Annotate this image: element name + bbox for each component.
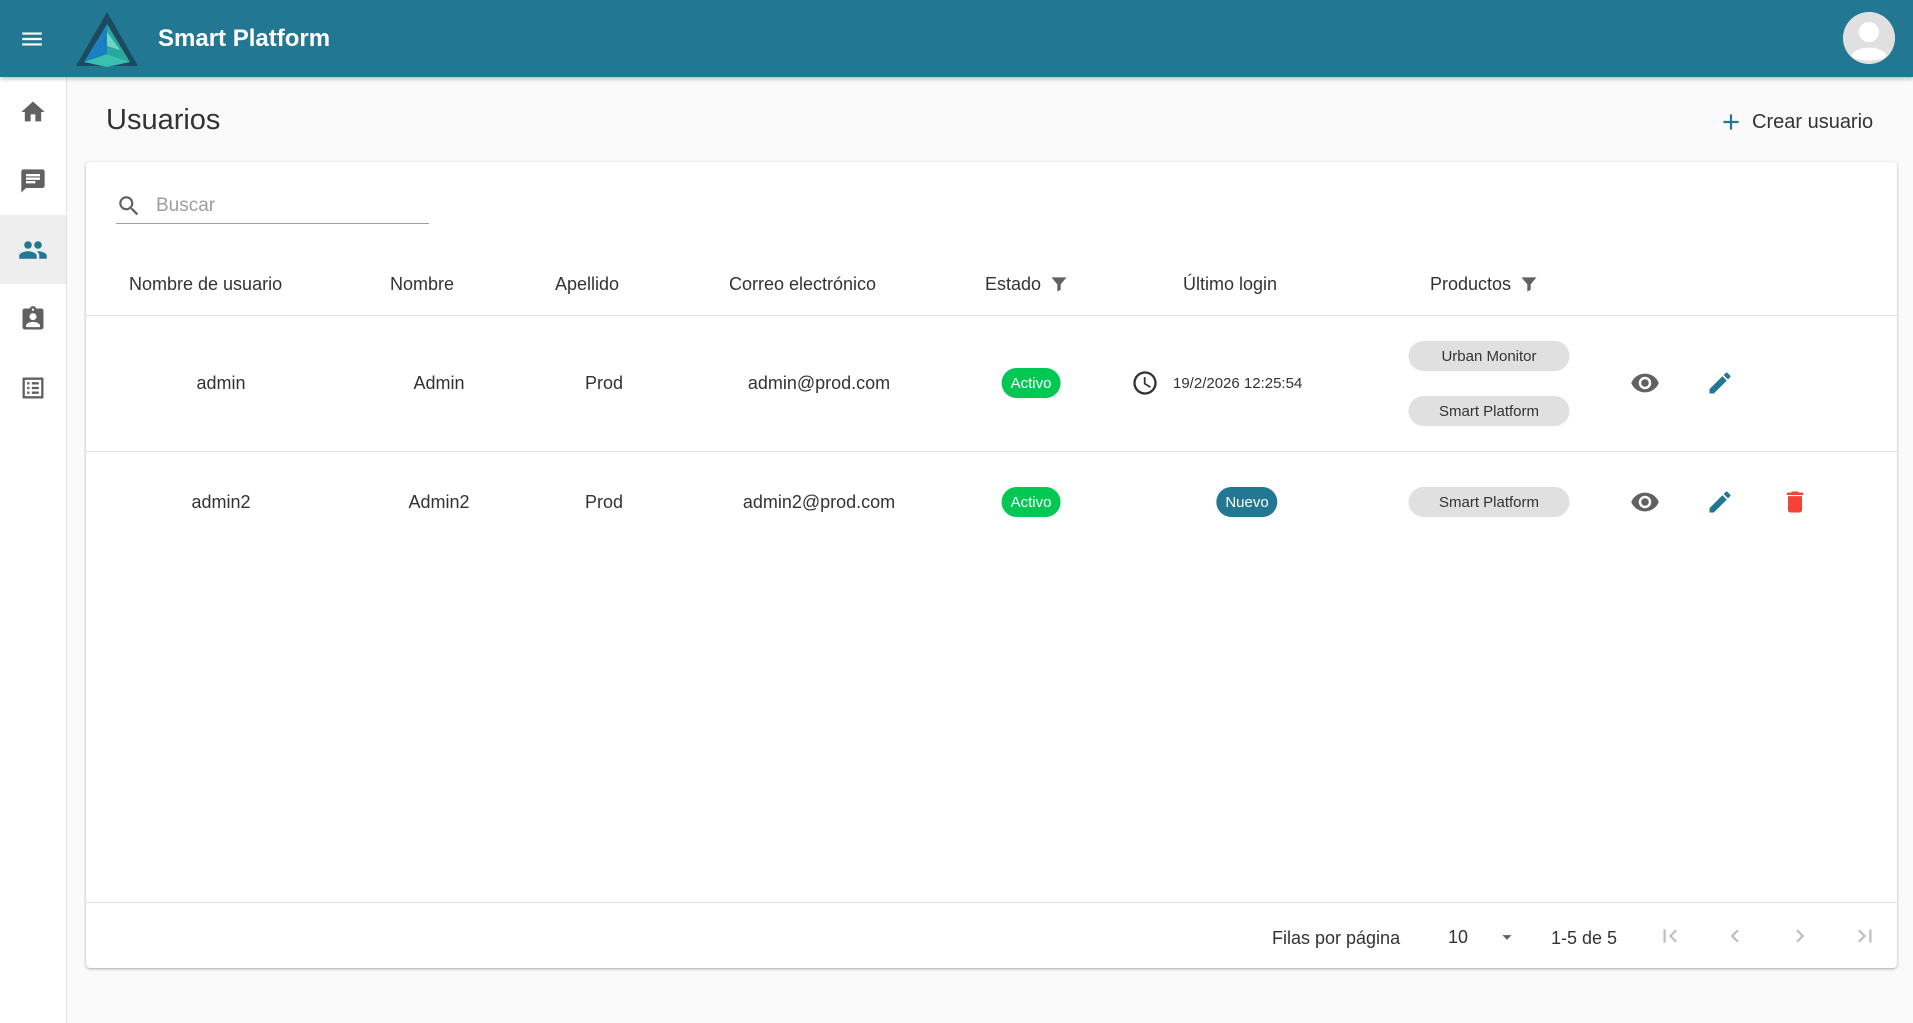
sidebar-item-assignments[interactable] [0,284,66,353]
chevron-left-icon [1730,929,1739,943]
message-icon [21,168,45,193]
eye-icon [1631,492,1659,512]
column-header-last-login-label: Último login [1183,273,1278,294]
menu-icon [22,32,42,45]
pagination-range: 1-5 de 5 [1551,928,1618,948]
caret-down-icon [1502,935,1512,940]
column-header-status[interactable]: Estado [985,268,1069,300]
search-field [116,188,429,224]
trash-icon [1786,491,1804,513]
next-page-button[interactable] [1778,914,1822,958]
view-user-button[interactable] [1623,480,1667,524]
page-title: Usuarios [106,104,221,136]
app-title: Smart Platform [158,24,331,52]
column-header-first-name-label: Nombre [390,273,455,294]
last-login-cell: 19/2/2026 12:25:54 [1131,369,1302,397]
product-chip[interactable]: Urban Monitor [1408,341,1570,371]
column-header-last-name-label: Apellido [555,273,620,294]
column-header-last-login[interactable]: Último login [1183,268,1277,300]
status-badge: Activo [1001,368,1061,398]
table-pagination: Filas por página 10 1-5 de 5 [86,902,1897,968]
product-chip[interactable]: Smart Platform [1408,487,1570,517]
menu-button[interactable] [0,0,64,77]
cell-first-name: Admin2 [408,492,470,512]
user-avatar[interactable] [1843,12,1895,64]
column-header-first-name[interactable]: Nombre [390,268,454,300]
cell-email: admin2@prod.com [742,492,896,512]
last-page-icon [1858,929,1872,943]
filter-icon [1521,277,1537,292]
status-filter-button[interactable] [1049,274,1069,294]
edit-user-button[interactable] [1698,480,1742,524]
filter-icon [1051,277,1067,292]
create-user-label: Crear usuario [1752,110,1874,133]
pencil-icon [1709,491,1731,513]
list-icon [22,377,44,398]
people-icon [19,240,47,259]
plus-icon [1723,114,1739,130]
previous-page-button[interactable] [1713,914,1757,958]
last-login-value: 19/2/2026 12:25:54 [1173,374,1303,392]
row-divider [86,451,1897,452]
column-header-username-label: Nombre de usuario [129,273,283,294]
status-badge: Activo [1001,487,1061,517]
cell-first-name: Admin [413,373,465,393]
app-logo [74,7,146,71]
product-chip[interactable]: Smart Platform [1408,396,1570,426]
rows-per-page-value: 10 [1448,926,1469,947]
column-header-products-label: Productos [1430,273,1512,294]
sidebar-item-home[interactable] [0,77,66,146]
search-icon [119,195,139,215]
pencil-icon [1709,372,1731,394]
column-header-username[interactable]: Nombre de usuario [129,268,282,300]
account-icon [1843,12,1895,64]
first-page-icon [1663,929,1677,943]
edit-user-button[interactable] [1698,361,1742,405]
chevron-right-icon [1796,929,1805,943]
top-app-bar: Smart Platform [0,0,1913,77]
create-user-button[interactable]: Crear usuario [1718,106,1873,138]
delete-user-button[interactable] [1773,480,1817,524]
header-divider [86,315,1897,316]
search-input[interactable] [156,194,416,217]
cell-username: admin2 [191,492,251,512]
users-table-card: Nombre de usuario Nombre Apellido Correo… [86,162,1897,968]
eye-icon [1631,373,1659,393]
column-header-email-label: Correo electrónico [729,273,877,294]
clock-icon [1133,371,1157,395]
column-header-products[interactable]: Productos [1430,268,1539,300]
view-user-button[interactable] [1623,361,1667,405]
cell-last-name: Prod [584,373,624,393]
pyramid-logo-icon [76,11,138,67]
sidebar-item-users[interactable] [0,215,66,284]
cell-last-name: Prod [584,492,624,512]
products-filter-button[interactable] [1519,274,1539,294]
sidebar-item-list[interactable] [0,353,66,422]
new-badge: Nuevo [1216,487,1278,517]
rows-per-page-select[interactable]: 10 [1442,919,1522,955]
home-icon [21,101,45,121]
sidebar-item-messages[interactable] [0,146,66,215]
first-page-button[interactable] [1648,914,1692,958]
cell-username: admin [196,373,246,393]
column-header-email[interactable]: Correo electrónico [729,268,876,300]
side-navigation [0,77,67,1023]
cell-email: admin@prod.com [747,373,891,393]
rows-per-page-label: Filas por página [1272,928,1401,948]
column-header-last-name[interactable]: Apellido [555,268,619,300]
column-header-status-label: Estado [985,273,1042,294]
last-page-button[interactable] [1843,914,1887,958]
clipboard-user-icon [22,305,44,329]
